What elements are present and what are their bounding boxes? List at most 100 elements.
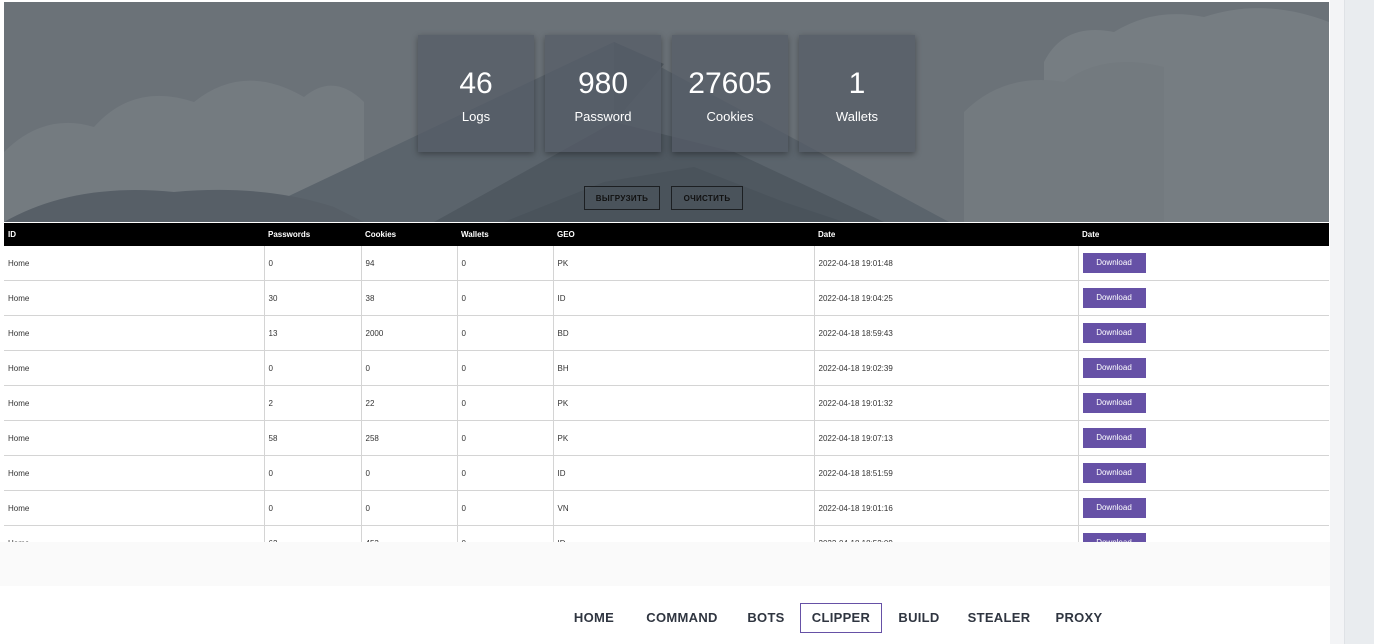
cell-passwords: 30 [263, 280, 361, 316]
cell-geo: BD [552, 315, 814, 351]
stat-value: 980 [577, 67, 629, 100]
clear-button[interactable]: ОЧИСТИТЬ [671, 186, 743, 210]
cell-wallets: 0 [456, 246, 553, 281]
download-button[interactable]: Download [1082, 253, 1146, 273]
nav-item-build[interactable]: BUILD [893, 603, 945, 633]
table-row: Home 0 0 0 VN 2022-04-18 19:01:16 Download [4, 490, 1329, 526]
cell-date: 2022-04-18 19:01:48 [813, 246, 1078, 281]
cell-action: Download [1077, 246, 1329, 281]
cell-action: Download [1077, 385, 1329, 421]
stat-label: Password [574, 109, 632, 124]
header-date: Date [818, 230, 836, 239]
cell-action: Download [1077, 455, 1329, 491]
stat-value: 1 [848, 67, 866, 100]
cell-cookies: 0 [360, 350, 457, 386]
cell-passwords: 0 [263, 246, 361, 281]
stat-card-password: 980 Password [545, 35, 661, 152]
cell-geo: PK [552, 385, 814, 421]
cell-cookies: 0 [360, 455, 457, 491]
cell-geo: ID [552, 280, 814, 316]
header-date-action: Date [1082, 230, 1100, 239]
cell-date: 2022-04-18 19:01:32 [813, 385, 1078, 421]
download-button[interactable]: Download [1082, 288, 1146, 308]
download-button[interactable]: Download [1082, 428, 1146, 448]
cell-action: Download [1077, 420, 1329, 456]
table-row: Home 30 38 0 ID 2022-04-18 19:04:25 Download [4, 280, 1329, 316]
cell-geo: VN [552, 490, 814, 526]
mountain-background [4, 8, 1329, 222]
cell-wallets: 0 [456, 385, 553, 421]
logs-table-container[interactable]: ID Passwords Cookies Wallets GEO Date Da… [4, 223, 1329, 542]
cell-cookies: 38 [360, 280, 457, 316]
cell-date: 2022-04-18 19:01:16 [813, 490, 1078, 526]
cell-geo: BH [552, 350, 814, 386]
cell-action: Download [1077, 490, 1329, 526]
cell-geo: ID [552, 455, 814, 491]
header-cookies: Cookies [365, 230, 397, 239]
nav-item-bots[interactable]: BOTS [741, 603, 791, 633]
stat-label: Cookies [706, 109, 754, 124]
stat-card-cookies: 27605 Cookies [672, 35, 788, 152]
cell-date: 2022-04-18 19:07:13 [813, 420, 1078, 456]
download-button[interactable]: Download [1082, 393, 1146, 413]
cell-passwords: 0 [263, 455, 361, 491]
page-scrollbar[interactable] [1344, 0, 1374, 644]
app-window: 46 Logs 980 Password 27605 Cookies 1 Wal… [0, 0, 1330, 644]
export-button[interactable]: ВЫГРУЗИТЬ [584, 186, 660, 210]
download-button[interactable]: Download [1082, 358, 1146, 378]
cell-id: Home [4, 385, 264, 421]
stat-card-wallets: 1 Wallets [799, 35, 915, 152]
cell-date: 2022-04-18 18:51:59 [813, 455, 1078, 491]
stat-card-logs: 46 Logs [418, 35, 534, 152]
cell-id: Home [4, 315, 264, 351]
cell-id: Home [4, 490, 264, 526]
content-spacer [0, 542, 1330, 586]
header-geo: GEO [557, 230, 575, 239]
cell-cookies: 453 [360, 525, 457, 542]
logs-table: ID Passwords Cookies Wallets GEO Date Da… [4, 223, 1329, 542]
table-header-row: ID Passwords Cookies Wallets GEO Date Da… [4, 223, 1329, 246]
download-button[interactable]: Download [1082, 533, 1146, 542]
table-row: Home 0 0 0 BH 2022-04-18 19:02:39 Download [4, 350, 1329, 386]
table-row: Home624530ID2022-04-18 18:52:09 Download [4, 525, 1329, 542]
stat-label: Logs [461, 109, 491, 124]
download-button[interactable]: Download [1082, 463, 1146, 483]
cell-wallets: 0 [456, 350, 553, 386]
table-row: Home 58 258 0 PK 2022-04-18 19:07:13 Download [4, 420, 1329, 456]
cell-wallets: 0 [456, 420, 553, 456]
cell-passwords: 62 [263, 525, 361, 542]
cell-cookies: 2000 [360, 315, 457, 351]
cell-id: Home [4, 350, 264, 386]
table-row: Home 2 22 0 PK 2022-04-18 19:01:32 Download [4, 385, 1329, 421]
cell-passwords: 0 [263, 350, 361, 386]
cell-wallets: 0 [456, 315, 553, 351]
cell-action: Download [1077, 350, 1329, 386]
cell-passwords: 2 [263, 385, 361, 421]
download-button[interactable]: Download [1082, 498, 1146, 518]
cell-date: 2022-04-18 19:02:39 [813, 350, 1078, 386]
cell-id: Home [4, 420, 264, 456]
cell-wallets: 0 [456, 490, 553, 526]
nav-item-command[interactable]: COMMAND [642, 603, 722, 633]
table-row: Home 0 0 0 ID 2022-04-18 18:51:59 Download [4, 455, 1329, 491]
cell-action: Download [1077, 525, 1329, 542]
nav-item-proxy[interactable]: PROXY [1052, 603, 1106, 633]
cell-date: 2022-04-18 18:59:43 [813, 315, 1078, 351]
cell-geo: PK [552, 420, 814, 456]
cell-id: Home [4, 455, 264, 491]
cell-cookies: 94 [360, 246, 457, 281]
cell-date: 2022-04-18 18:52:09 [813, 525, 1078, 542]
cell-cookies: 22 [360, 385, 457, 421]
nav-item-clipper[interactable]: CLIPPER [800, 603, 882, 633]
download-button[interactable]: Download [1082, 323, 1146, 343]
nav-item-home[interactable]: HOME [566, 603, 622, 633]
stat-value: 46 [459, 67, 493, 100]
header-wallets: Wallets [461, 230, 489, 239]
stats-hero-banner: 46 Logs 980 Password 27605 Cookies 1 Wal… [4, 2, 1329, 222]
nav-item-stealer[interactable]: STEALER [964, 603, 1034, 633]
cell-geo: PK [552, 246, 814, 281]
cell-wallets: 0 [456, 525, 553, 542]
cell-action: Download [1077, 315, 1329, 351]
cell-wallets: 0 [456, 280, 553, 316]
stat-value: 27605 [688, 67, 772, 100]
